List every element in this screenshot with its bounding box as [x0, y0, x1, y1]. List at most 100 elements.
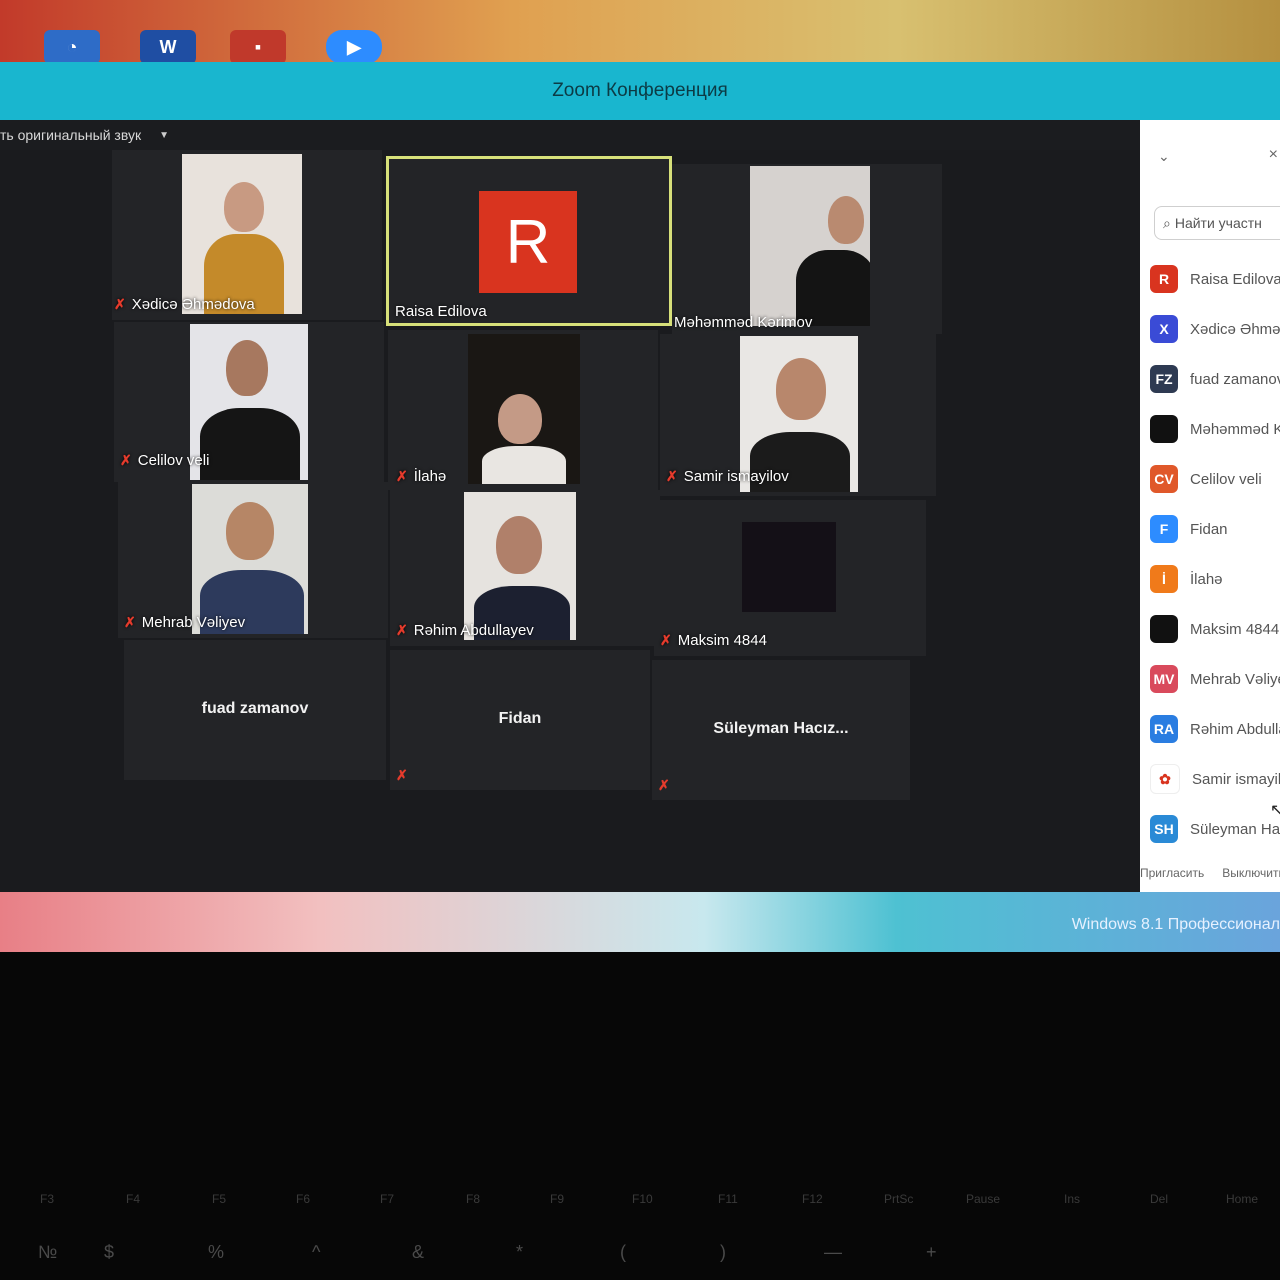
- video-tile[interactable]: ✗ Xədicə Əhmədova: [112, 150, 382, 320]
- mic-muted-icon: ✗: [658, 777, 670, 793]
- keyboard-key: F12: [802, 1192, 823, 1206]
- top-taskbar: ◔ W ▪ ▶: [0, 0, 1280, 64]
- close-icon[interactable]: ×: [1269, 146, 1278, 164]
- video-tile[interactable]: ✗ İlahə: [388, 330, 658, 490]
- avatar: SH: [1150, 815, 1178, 843]
- participant-name: Celilov veli: [1190, 470, 1262, 488]
- search-placeholder: Найти участн: [1174, 215, 1262, 231]
- keyboard-key: Ins: [1064, 1192, 1081, 1206]
- window-title: Zoom Конференция: [552, 80, 728, 101]
- tile-name-label: ✗ Xədicə Əhmədova: [114, 296, 255, 313]
- name-only-tile[interactable]: fuad zamanov: [124, 640, 386, 780]
- chevron-down-icon[interactable]: ⌄: [1158, 148, 1170, 165]
- participant-item[interactable]: MV Mehrab Vəliyev: [1140, 654, 1280, 704]
- participant-item[interactable]: F Fidan: [1140, 504, 1280, 554]
- mouse-cursor-icon: ↖: [1270, 802, 1280, 819]
- keyboard-key: F8: [466, 1192, 481, 1206]
- active-speaker-tile[interactable]: R Raisa Edilova: [386, 156, 672, 326]
- word-icon[interactable]: W: [140, 30, 196, 64]
- original-sound-toggle[interactable]: ть оригинальный звук ▼: [0, 120, 169, 150]
- participant-head: [226, 340, 268, 396]
- participant-item[interactable]: R Raisa Edilova: [1140, 254, 1280, 304]
- avatar: RA: [1150, 715, 1178, 743]
- participant-video: [192, 484, 308, 634]
- mic-muted-icon: ✗: [660, 632, 672, 648]
- participant-name: Süleyman Hacızadə: [1190, 820, 1280, 838]
- tile-name-label: Raisa Edilova: [395, 303, 487, 320]
- name-only-tile[interactable]: Fidan ✗: [390, 650, 650, 790]
- participant-head: [776, 358, 826, 420]
- avatar: FZ: [1150, 365, 1178, 393]
- participant-name: Məhəmməd Kərimov: [1190, 420, 1280, 438]
- mic-muted-icon: ✗: [124, 614, 136, 630]
- participant-list: R Raisa Edilova X Xədicə Əhmədova FZ fua…: [1140, 254, 1280, 854]
- participant-item[interactable]: Məhəmməd Kərimov: [1140, 404, 1280, 454]
- avatar: [1150, 615, 1178, 643]
- participant-item[interactable]: Maksim 4844: [1140, 604, 1280, 654]
- participant-item[interactable]: SH Süleyman Hacızadə: [1140, 804, 1280, 854]
- participant-name: fuad zamanov: [1190, 370, 1280, 388]
- tile-name-label: Fidan: [498, 710, 542, 727]
- participant-torso: [200, 408, 300, 480]
- keyboard-key: ^: [312, 1242, 321, 1262]
- participant-item[interactable]: ✿ Samir ismayilov: [1140, 754, 1280, 804]
- tile-name-label: ✗ Mehrab Vəliyev: [124, 614, 246, 631]
- keyboard-key: ): [720, 1242, 726, 1262]
- keyboard-key: —: [824, 1242, 842, 1262]
- chevron-down-icon[interactable]: ▼: [159, 130, 169, 141]
- windows-edition-label: Windows 8.1 Профессионал: [1071, 916, 1280, 933]
- panel-footer: Пригласить Выключить мой: [1140, 866, 1280, 880]
- participant-head: [498, 394, 542, 444]
- participant-head: [496, 516, 542, 574]
- tile-name-label: Məhəmməd Kərimov: [674, 314, 813, 331]
- avatar: ✿: [1150, 764, 1180, 794]
- keyboard-key: F6: [296, 1192, 311, 1206]
- tile-name-label: ✗ Maksim 4844: [660, 632, 767, 649]
- video-tile[interactable]: ✗ Maksim 4844: [654, 500, 926, 656]
- tile-name-label: ✗ İlahə: [396, 468, 447, 485]
- video-tile[interactable]: Məhəmməd Kərimov: [672, 164, 942, 334]
- participant-name: Rəhim Abdullayev: [1190, 720, 1280, 738]
- mute-me-button[interactable]: Выключить мой: [1222, 866, 1280, 880]
- participant-head: [828, 196, 864, 244]
- participant-search-input[interactable]: ⌕ Найти участн: [1154, 206, 1280, 240]
- participant-head: [224, 182, 264, 232]
- keyboard-key: &: [412, 1242, 425, 1262]
- photos-icon[interactable]: ▪: [230, 30, 286, 64]
- participant-video: [182, 154, 302, 314]
- tile-name-label: ✗ Celilov veli: [120, 452, 210, 469]
- participant-name: Raisa Edilova: [1190, 270, 1280, 288]
- keyboard-key: PrtSc: [884, 1192, 914, 1206]
- outlook-icon[interactable]: ◔: [44, 30, 100, 64]
- participant-item[interactable]: X Xədicə Əhmədova: [1140, 304, 1280, 354]
- zoom-app-icon[interactable]: ▶: [326, 30, 382, 64]
- mic-muted-icon: ✗: [396, 468, 408, 484]
- participant-item[interactable]: CV Celilov veli: [1140, 454, 1280, 504]
- avatar: MV: [1150, 665, 1178, 693]
- invite-button[interactable]: Пригласить: [1140, 866, 1204, 880]
- laptop-keyboard: F3 F4 F5 F6 F7 F8 F9 F10 F11 F12 PrtSc P…: [0, 952, 1280, 1280]
- participant-item[interactable]: İ İlahə: [1140, 554, 1280, 604]
- avatar: R: [1150, 265, 1178, 293]
- participants-panel: ⌄ × ⌕ Найти участн R Raisa Edilova X Xəd…: [1140, 120, 1280, 892]
- keyboard-key: F3: [40, 1192, 55, 1206]
- mic-muted-icon: ✗: [396, 622, 408, 638]
- participant-avatar: R: [479, 191, 577, 293]
- participant-name: Samir ismayilov: [1192, 770, 1280, 788]
- avatar: F: [1150, 515, 1178, 543]
- name-only-tile[interactable]: Süleyman Hacız... ✗: [652, 660, 910, 800]
- participant-item[interactable]: FZ fuad zamanov: [1140, 354, 1280, 404]
- avatar: [1150, 415, 1178, 443]
- keyboard-key: (: [620, 1242, 626, 1262]
- participant-name: Xədicə Əhmədova: [1190, 320, 1280, 338]
- video-tile[interactable]: ✗ Samir ismayilov: [660, 334, 936, 496]
- window-title-bar: Zoom Конференция: [0, 62, 1280, 120]
- mic-muted-icon: ✗: [120, 452, 132, 468]
- desktop-strip: Windows 8.1 Профессионал: [0, 892, 1280, 952]
- participant-item[interactable]: RA Rəhim Abdullayev: [1140, 704, 1280, 754]
- video-tile[interactable]: ✗ Mehrab Vəliyev: [118, 482, 388, 638]
- participant-name: Fidan: [1190, 520, 1228, 538]
- video-tile[interactable]: ✗ Celilov veli: [114, 322, 384, 482]
- tile-name-label: ✗ Rəhim Abdullayev: [396, 622, 534, 639]
- video-tile[interactable]: ✗ Rəhim Abdullayev: [390, 490, 660, 646]
